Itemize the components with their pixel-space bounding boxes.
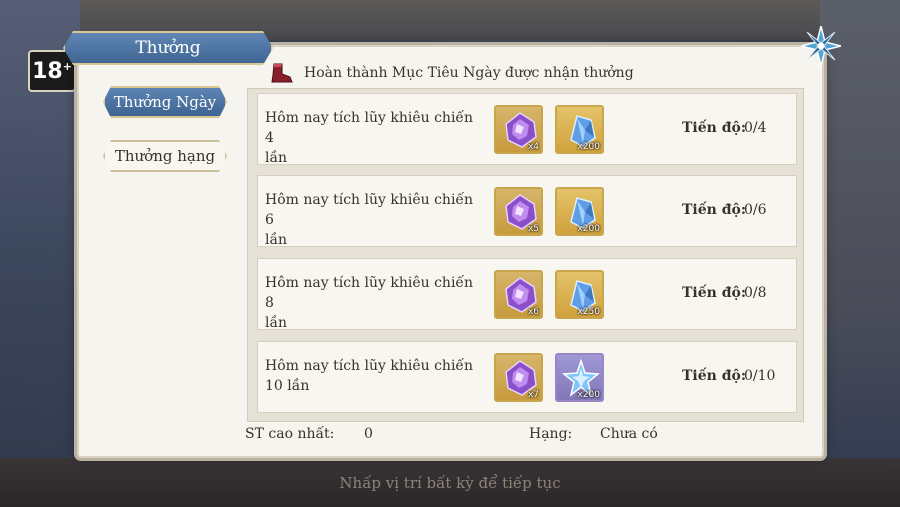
reward-quantity: x5: [527, 224, 539, 234]
reward-item-purple-crystal[interactable]: x4: [494, 105, 543, 154]
progress-label: Tiến độ:: [682, 285, 746, 301]
header-text: Hoàn thành Mục Tiêu Ngày được nhận thưởn…: [304, 65, 634, 81]
reward-item-purple-crystal[interactable]: x7: [494, 353, 543, 402]
task-description-line: Hôm nay tích lũy khiêu chiến 4: [265, 110, 474, 146]
reward-quantity: x4: [527, 142, 539, 152]
rank-label: Hạng:: [529, 426, 573, 442]
panel-title: Thưởng: [63, 31, 273, 65]
age-rating-plus: +: [62, 59, 72, 73]
task-list: Hôm nay tích lũy khiêu chiến 4 lần x4 x2…: [247, 88, 804, 422]
reward-quantity: x200: [577, 142, 600, 152]
task-description-line: lần: [265, 150, 288, 166]
task-header: Hoàn thành Mục Tiêu Ngày được nhận thưởn…: [270, 60, 634, 86]
task-description: Hôm nay tích lũy khiêu chiến 6 lần: [265, 190, 483, 250]
task-description-line: lần: [265, 232, 288, 248]
task-description-line: Hôm nay tích lũy khiêu chiến 6: [265, 192, 474, 228]
task-description-line: lần: [265, 315, 288, 331]
best-score-label: ST cao nhất:: [245, 426, 335, 442]
task-description-line: Hôm nay tích lũy khiêu chiến 8: [265, 275, 474, 311]
reward-item-blue-star[interactable]: x200: [555, 353, 604, 402]
task-description: Hôm nay tích lũy khiêu chiến 4 lần: [265, 108, 483, 168]
progress-value: 0/4: [744, 120, 767, 136]
reward-item-blue-crystal[interactable]: x200: [555, 105, 604, 154]
reward-item-purple-crystal[interactable]: x5: [494, 187, 543, 236]
reward-quantity: x200: [577, 224, 600, 234]
best-score-value: 0: [364, 426, 373, 442]
boot-icon: [271, 63, 293, 83]
continue-hint: Nhấp vị trí bất kỳ để tiếp tục: [339, 474, 561, 492]
reward-quantity: x7: [527, 390, 539, 400]
reward-quantity: x250: [577, 307, 600, 317]
age-rating-value: 18: [32, 58, 63, 84]
task-row: Hôm nay tích lũy khiêu chiến 4 lần x4 x2…: [257, 93, 797, 168]
tab-rank-rewards[interactable]: Thưởng hạng: [103, 140, 227, 172]
task-description-line: 10 lần: [265, 378, 310, 394]
task-row: Hôm nay tích lũy khiêu chiến 6 lần x5 x2…: [257, 175, 797, 250]
task-row: Hôm nay tích lũy khiêu chiến 10 lần x7 x…: [257, 341, 797, 413]
task-description: Hôm nay tích lũy khiêu chiến 8 lần: [265, 273, 483, 333]
reward-quantity: x200: [577, 390, 600, 400]
progress-label: Tiến độ:: [682, 368, 746, 384]
task-description-line: Hôm nay tích lũy khiêu chiến: [265, 358, 474, 374]
progress-value: 0/8: [744, 285, 767, 301]
sidebar: Thưởng Ngày Thưởng hạng: [77, 68, 242, 456]
reward-item-blue-crystal[interactable]: x200: [555, 187, 604, 236]
task-description: Hôm nay tích lũy khiêu chiến 10 lần: [265, 356, 483, 396]
progress-value: 0/10: [744, 368, 776, 384]
reward-item-blue-crystal[interactable]: x250: [555, 270, 604, 319]
close-icon[interactable]: [800, 25, 842, 67]
progress-value: 0/6: [744, 202, 767, 218]
tab-daily-rewards[interactable]: Thưởng Ngày: [103, 86, 227, 118]
reward-item-purple-crystal[interactable]: x6: [494, 270, 543, 319]
background-right: [820, 0, 900, 507]
rank-value: Chưa có: [600, 426, 658, 442]
task-row: Hôm nay tích lũy khiêu chiến 8 lần x6 x2…: [257, 258, 797, 333]
progress-label: Tiến độ:: [682, 120, 746, 136]
reward-quantity: x6: [527, 307, 539, 317]
progress-label: Tiến độ:: [682, 202, 746, 218]
